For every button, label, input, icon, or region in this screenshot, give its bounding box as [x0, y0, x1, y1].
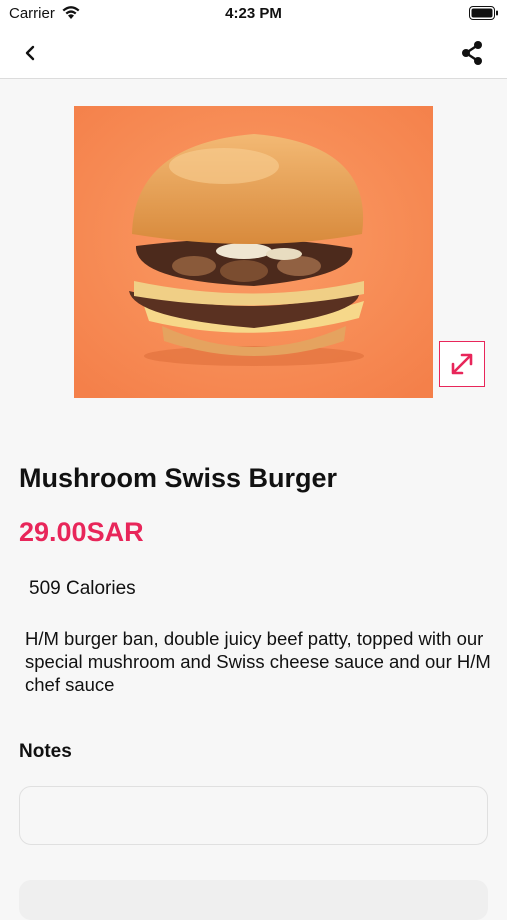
battery-icon [469, 6, 499, 26]
share-button[interactable] [458, 39, 486, 67]
share-icon [462, 41, 482, 65]
notes-input[interactable] [19, 786, 488, 845]
status-bar: Carrier 4:23 PM [0, 0, 507, 28]
product-image[interactable] [74, 106, 433, 398]
product-price: 29.00SAR [19, 517, 144, 547]
chevron-left-icon [25, 45, 35, 61]
product-calories: 509 Calories [29, 578, 136, 599]
status-time: 4:23 PM [225, 5, 282, 22]
notes-label: Notes [19, 741, 72, 762]
expand-image-button[interactable] [439, 341, 485, 387]
burger-image [74, 106, 433, 398]
bottom-field[interactable] [19, 880, 488, 920]
expand-icon [451, 353, 473, 375]
back-button[interactable] [18, 40, 44, 66]
nav-bar [0, 28, 507, 79]
product-description: H/M burger ban, double juicy beef patty,… [25, 628, 491, 695]
product-title: Mushroom Swiss Burger [19, 463, 338, 493]
